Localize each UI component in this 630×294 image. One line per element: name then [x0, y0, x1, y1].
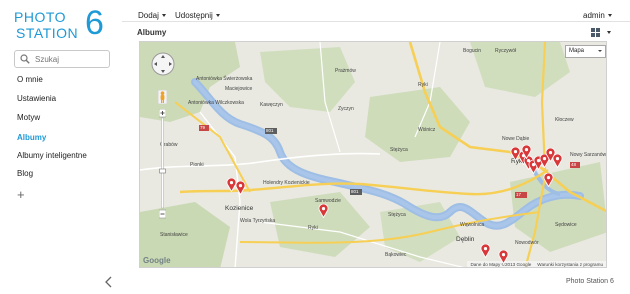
road-label: 79: [200, 125, 206, 130]
chevron-down-icon: [598, 50, 602, 52]
place-label: Kawęczyn: [260, 102, 283, 108]
top-toolbar: Dodaj Udostępnij admin: [122, 0, 630, 22]
place-label: Prażmów: [335, 68, 356, 74]
place-label: Bąkowiec: [385, 252, 407, 258]
map-type-label: Mapa: [569, 48, 585, 54]
place-label: Pionki: [190, 162, 204, 168]
chevron-down-icon: [215, 14, 220, 18]
add-menu-button[interactable]: Dodaj: [138, 11, 166, 20]
logo-line1: PHOTO: [14, 9, 67, 25]
place-label: Antoniówka Świerżowska: [196, 76, 253, 82]
place-label: Wiśnicz: [418, 127, 436, 133]
add-menu-label: Dodaj: [138, 11, 159, 20]
sidebar-item-albums[interactable]: Albumy: [17, 133, 46, 142]
sidebar-item-theme[interactable]: Motyw: [17, 113, 40, 122]
map-marker-pin[interactable]: [318, 204, 329, 218]
map-marker-pin[interactable]: [498, 250, 509, 264]
place-label: Stężyca: [388, 212, 406, 218]
search-input[interactable]: [35, 53, 105, 66]
place-label: Holendry Kozienickie: [263, 180, 310, 186]
google-logo: Google: [143, 256, 171, 265]
map-marker-pin[interactable]: [480, 244, 491, 258]
user-menu-label: admin: [583, 11, 605, 20]
place-label: Dęblin: [456, 236, 475, 243]
photo-station-logo[interactable]: PHOTO STATION 6: [14, 4, 104, 42]
chevron-down-icon: [607, 14, 612, 18]
place-label: Ryki: [308, 225, 318, 231]
place-label: Zyczyn: [338, 106, 354, 112]
place-label: Wąwolnica: [460, 222, 485, 228]
road-label: 801: [351, 189, 359, 194]
add-button[interactable]: +: [17, 188, 25, 201]
place-label: Nowodwór: [515, 240, 539, 246]
place-label: Ryki: [418, 82, 428, 88]
place-label: Maciejowice: [225, 86, 253, 92]
place-label: Stężyca: [390, 147, 408, 153]
place-label: Ryczywół: [495, 48, 517, 54]
place-label: Nowy Sarzanów: [570, 152, 607, 158]
map-marker-pin[interactable]: [552, 154, 563, 168]
place-label: Bogucin: [463, 48, 482, 54]
road-label: 17: [516, 192, 522, 197]
zoom-slider[interactable]: [159, 109, 166, 219]
share-menu-label: Udostępnij: [175, 11, 213, 20]
sidebar-item-settings[interactable]: Ustawienia: [17, 94, 56, 103]
user-menu-button[interactable]: admin: [583, 11, 612, 20]
place-label: Stanisławice: [160, 232, 188, 238]
road-label: 48: [571, 162, 577, 167]
map-marker-pin[interactable]: [521, 145, 532, 159]
place-label: Nowe Dąbie: [502, 136, 530, 142]
map-marker-pin[interactable]: [235, 181, 246, 195]
logo-line2: STATION: [16, 25, 79, 41]
sidebar-item-about[interactable]: O mnie: [17, 75, 43, 84]
view-dropdown-icon[interactable]: [607, 31, 611, 34]
place-label: Wola Tyrzyńska: [240, 218, 276, 224]
page-title: Albumy: [137, 28, 167, 37]
album-map[interactable]: 79 801 801 17 48 Maciejowice Kawęczyn An…: [139, 41, 607, 268]
sidebar-item-smart-albums[interactable]: Albumy inteligentne: [17, 151, 87, 160]
map-marker-pin[interactable]: [543, 173, 554, 187]
grid-view-icon[interactable]: [591, 28, 600, 37]
sidebar: PHOTO STATION 6 O mnie Ustawienia Motyw …: [0, 0, 122, 294]
map-type-select[interactable]: Mapa: [565, 45, 606, 58]
pan-control-icon[interactable]: [151, 52, 175, 76]
share-menu-button[interactable]: Udostępnij: [175, 11, 220, 20]
map-terms-link[interactable]: Warunki korzystania z programu: [537, 262, 603, 267]
map-attribution: Dane do Mapy ©2013 Google Warunki korzyst…: [467, 261, 606, 267]
place-label: Kłoczew: [555, 117, 574, 123]
logo-number: 6: [85, 4, 104, 42]
footer-text: Photo Station 6: [566, 278, 614, 285]
collapse-sidebar-icon[interactable]: [104, 276, 114, 288]
sidebar-item-blog[interactable]: Blog: [17, 169, 33, 178]
place-label: Kozienice: [225, 205, 254, 212]
road-label: 801: [266, 128, 274, 133]
search-box[interactable]: [14, 50, 110, 68]
street-view-pegman-icon[interactable]: [158, 90, 167, 104]
breadcrumb-bar: Albumy: [122, 22, 630, 42]
place-label: Antoniówka Wilczkowska: [188, 100, 244, 106]
chevron-down-icon: [161, 14, 166, 18]
search-icon: [20, 54, 30, 64]
place-label: Sędowice: [555, 222, 577, 228]
